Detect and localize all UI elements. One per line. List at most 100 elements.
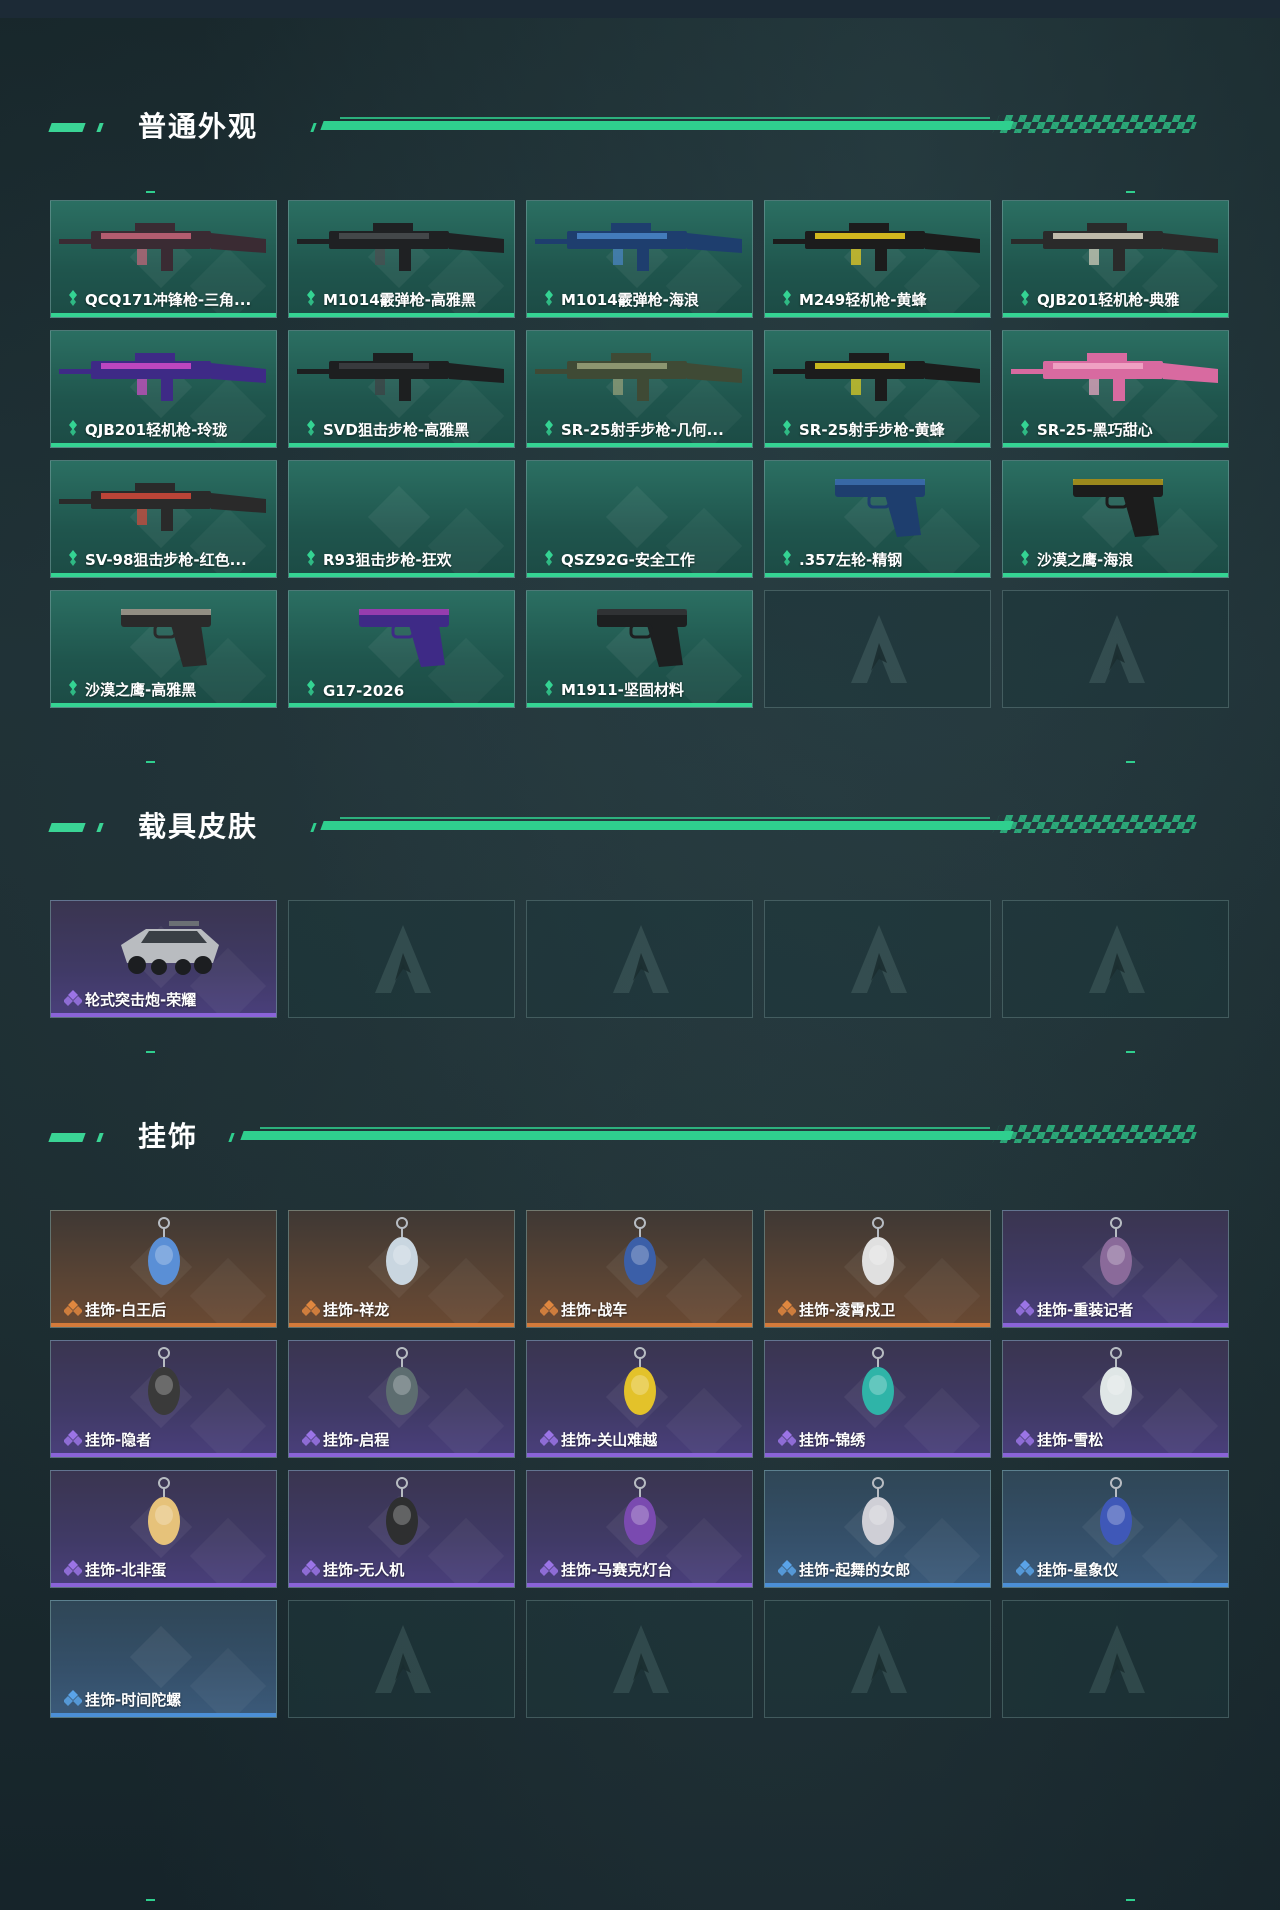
item-card[interactable]: 挂饰-锦绣 xyxy=(764,1340,991,1458)
item-card[interactable]: 挂饰-雪松 xyxy=(1002,1340,1229,1458)
sniper-rifle-icon xyxy=(51,465,276,545)
item-label: 挂饰-战车 xyxy=(561,1301,628,1319)
item-card[interactable]: 挂饰-关山难越 xyxy=(526,1340,753,1458)
header-accent xyxy=(228,1133,235,1142)
item-card[interactable]: M1014霰弹枪-海浪 xyxy=(526,200,753,318)
logo-icon xyxy=(849,613,909,685)
rarity-icon xyxy=(777,1429,797,1447)
item-card[interactable]: 挂饰-启程 xyxy=(288,1340,515,1458)
item-card[interactable]: 挂饰-祥龙 xyxy=(288,1210,515,1328)
rarity-bar xyxy=(51,1713,276,1717)
item-card[interactable]: 挂饰-白王后 xyxy=(50,1210,277,1328)
logo-icon xyxy=(611,923,671,995)
header-line xyxy=(340,817,990,819)
item-card[interactable]: 挂饰-起舞的女郎 xyxy=(764,1470,991,1588)
item-label: R93狙击步枪-狂欢 xyxy=(323,551,452,569)
rarity-icon xyxy=(302,549,320,567)
header-line xyxy=(320,821,1014,830)
item-card[interactable]: SV-98狙击步枪-红色... xyxy=(50,460,277,578)
item-card[interactable]: R93狙击步枪-狂欢 xyxy=(288,460,515,578)
empty-slot xyxy=(1002,590,1229,708)
item-card[interactable]: QJB201轻机枪-典雅 xyxy=(1002,200,1229,318)
item-card[interactable]: SR-25射手步枪-几何... xyxy=(526,330,753,448)
item-card[interactable]: G17-2026 xyxy=(288,590,515,708)
rarity-bar xyxy=(765,1453,990,1457)
charm-icon xyxy=(527,1215,752,1295)
item-card[interactable]: 挂饰-战车 xyxy=(526,1210,753,1328)
item-card[interactable]: SR-25射手步枪-黄蜂 xyxy=(764,330,991,448)
item-label: 挂饰-启程 xyxy=(323,1431,390,1449)
empty-slot xyxy=(764,1600,991,1718)
item-label: 挂饰-星象仪 xyxy=(1037,1561,1119,1579)
rarity-icon xyxy=(63,989,83,1007)
item-label: M1014霰弹枪-高雅黑 xyxy=(323,291,476,309)
rarity-bar xyxy=(51,703,276,707)
item-label: 挂饰-马赛克灯台 xyxy=(561,1561,673,1579)
rarity-icon xyxy=(778,549,796,567)
charm-icon xyxy=(765,1475,990,1555)
item-card[interactable]: SVD狙击步枪-高雅黑 xyxy=(288,330,515,448)
item-card[interactable]: 挂饰-无人机 xyxy=(288,1470,515,1588)
card-decoration xyxy=(129,1625,193,1689)
item-card[interactable]: M1911-坚固材料 xyxy=(526,590,753,708)
smg-icon xyxy=(51,205,276,285)
rarity-icon xyxy=(64,419,82,437)
rarity-bar xyxy=(289,573,514,577)
rarity-bar xyxy=(289,703,514,707)
section-header-vehicles: 载具皮肤 xyxy=(0,807,1280,847)
rarity-bar xyxy=(765,1583,990,1587)
charm-icon xyxy=(765,1215,990,1295)
rarity-icon xyxy=(302,289,320,307)
rarity-icon xyxy=(302,679,320,697)
item-card[interactable]: 挂饰-北非蛋 xyxy=(50,1470,277,1588)
grid-marker xyxy=(1126,191,1135,193)
rarity-bar xyxy=(51,1323,276,1327)
item-card[interactable]: 挂饰-重装记者 xyxy=(1002,1210,1229,1328)
item-card[interactable]: 沙漠之鹰-海浪 xyxy=(1002,460,1229,578)
header-accent xyxy=(48,123,86,132)
item-label: 挂饰-时间陀螺 xyxy=(85,1691,182,1709)
logo-icon xyxy=(373,1623,433,1695)
empty-slot xyxy=(1002,1600,1229,1718)
item-card[interactable]: 挂饰-马赛克灯台 xyxy=(526,1470,753,1588)
item-card[interactable]: QCQ171冲锋枪-三角... xyxy=(50,200,277,318)
item-card[interactable]: QJB201轻机枪-玲珑 xyxy=(50,330,277,448)
item-label: G17-2026 xyxy=(323,682,405,700)
rarity-icon xyxy=(301,1559,321,1577)
item-card[interactable]: 挂饰-时间陀螺 xyxy=(50,1600,277,1718)
card-decoration xyxy=(605,485,669,549)
rarity-bar xyxy=(527,1583,752,1587)
header-accent xyxy=(96,1133,104,1142)
rarity-bar xyxy=(765,573,990,577)
rarity-icon xyxy=(1016,289,1034,307)
revolver-icon xyxy=(765,465,990,545)
rarity-bar xyxy=(527,1453,752,1457)
item-label: 挂饰-白王后 xyxy=(85,1301,167,1319)
rarity-icon xyxy=(1016,419,1034,437)
item-label: 沙漠之鹰-海浪 xyxy=(1037,551,1134,569)
charm-icon xyxy=(289,1475,514,1555)
rarity-icon xyxy=(63,1429,83,1447)
item-card[interactable]: .357左轮-精钢 xyxy=(764,460,991,578)
rarity-icon xyxy=(777,1299,797,1317)
item-card[interactable]: M1014霰弹枪-高雅黑 xyxy=(288,200,515,318)
item-card[interactable]: QSZ92G-安全工作 xyxy=(526,460,753,578)
rarity-icon xyxy=(540,549,558,567)
item-card[interactable]: 沙漠之鹰-高雅黑 xyxy=(50,590,277,708)
charm-icon xyxy=(765,1345,990,1425)
item-card[interactable]: M249轻机枪-黄蜂 xyxy=(764,200,991,318)
item-card[interactable]: 挂饰-隐者 xyxy=(50,1340,277,1458)
rifle-icon xyxy=(765,335,990,415)
rifle-icon xyxy=(527,335,752,415)
shotgun-icon xyxy=(527,205,752,285)
header-accent xyxy=(96,823,104,832)
item-card[interactable]: SR-25-黑巧甜心 xyxy=(1002,330,1229,448)
section-title: 挂饰 xyxy=(138,1120,199,1153)
item-card[interactable]: 挂饰-星象仪 xyxy=(1002,1470,1229,1588)
header-accent xyxy=(48,1133,86,1142)
item-label: 挂饰-锦绣 xyxy=(799,1431,866,1449)
item-card[interactable]: 挂饰-凌霄戍卫 xyxy=(764,1210,991,1328)
item-card[interactable]: 轮式突击炮-荣耀 xyxy=(50,900,277,1018)
pistol-icon xyxy=(289,595,514,675)
rarity-bar xyxy=(1003,1453,1228,1457)
